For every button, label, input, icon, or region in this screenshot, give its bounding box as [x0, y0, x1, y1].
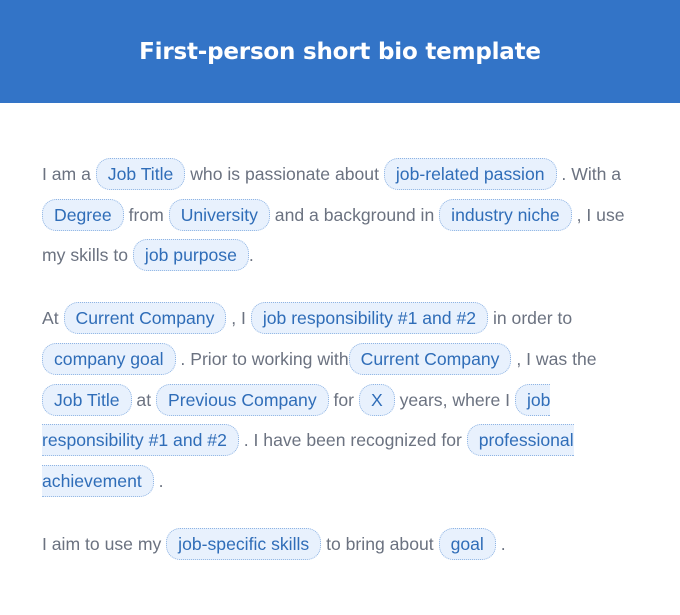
text-segment: . — [248, 245, 254, 266]
placeholder-job-specific-skills[interactable]: job-specific skills — [166, 527, 322, 560]
text-segment: , I — [226, 308, 251, 329]
text-segment: at — [131, 389, 156, 410]
placeholder-university[interactable]: University — [168, 198, 270, 231]
text-segment: . — [153, 470, 164, 491]
text-segment: for — [328, 389, 359, 410]
placeholder-industry-niche[interactable]: industry niche — [439, 198, 572, 231]
text-segment: , I was the — [511, 348, 597, 369]
placeholder-current-company[interactable]: Current Company — [348, 342, 512, 375]
placeholder-degree[interactable]: Degree — [42, 198, 124, 231]
text-segment: . Prior to working with — [175, 348, 349, 369]
placeholder-job-title[interactable]: Job Title — [95, 158, 186, 190]
page-title: First-person short bio template — [139, 38, 541, 65]
placeholder-goal[interactable]: goal — [438, 527, 496, 560]
text-segment: I aim to use my — [42, 533, 167, 554]
bio-template-body: I am a Job Title who is passionate about… — [0, 103, 680, 564]
placeholder-job-responsibility[interactable]: job responsibility #1 and #2 — [250, 302, 489, 335]
paragraph-goal: I aim to use my job-specific skills to b… — [42, 524, 640, 565]
text-segment: from — [123, 204, 169, 225]
placeholder-job-title[interactable]: Job Title — [42, 383, 132, 416]
text-segment: . With a — [556, 164, 622, 184]
placeholder-years[interactable]: X — [358, 383, 395, 416]
header-banner: First-person short bio template — [0, 0, 680, 103]
text-segment: in order to — [488, 308, 573, 329]
text-segment: At — [42, 308, 64, 329]
text-segment: to bring about — [321, 533, 439, 554]
text-segment: . — [495, 533, 506, 554]
text-segment: I am a — [42, 164, 96, 184]
placeholder-previous-company[interactable]: Previous Company — [155, 383, 329, 416]
text-segment: years, where I — [394, 389, 515, 410]
paragraph-intro: I am a Job Title who is passionate about… — [42, 154, 640, 276]
placeholder-job-related-passion[interactable]: job-related passion — [383, 158, 557, 190]
placeholder-job-purpose[interactable]: job purpose — [132, 239, 249, 272]
text-segment: who is passionate about — [185, 164, 384, 184]
text-segment: . I have been recognized for — [238, 430, 467, 451]
text-segment: and a background in — [269, 204, 440, 225]
paragraph-experience: At Current Company , I job responsibilit… — [42, 298, 640, 502]
placeholder-current-company[interactable]: Current Company — [63, 302, 227, 335]
placeholder-company-goal[interactable]: company goal — [42, 342, 176, 375]
